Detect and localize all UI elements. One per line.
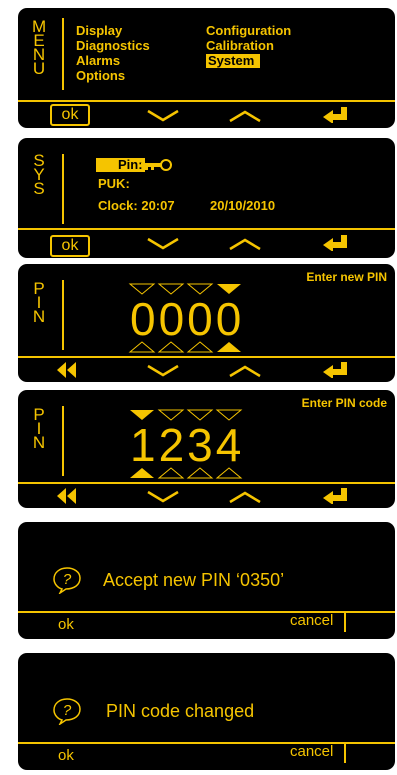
- menu-side-label: M E N U: [32, 18, 46, 78]
- side-letter: U: [32, 59, 46, 78]
- menu-item-options[interactable]: Options: [76, 69, 125, 83]
- button-bar: [18, 486, 395, 508]
- clock-label: Clock: 20:07: [98, 198, 175, 213]
- ok-button[interactable]: ok: [50, 235, 90, 257]
- accept-pin-screen: ? Accept new PIN ‘0350’ ok cancel: [18, 522, 395, 639]
- menu-item-configuration[interactable]: Configuration: [206, 24, 291, 38]
- pin-code-screen: P I N Enter PIN code 1234: [18, 390, 395, 508]
- screen-title: Enter PIN code: [301, 396, 387, 410]
- dialog-message: Accept new PIN ‘0350’: [103, 570, 285, 590]
- cancel-divider: [344, 743, 346, 763]
- pin-digits: 0000: [130, 293, 245, 345]
- chevron-down-icon[interactable]: [146, 490, 180, 504]
- side-letter: N: [32, 433, 46, 452]
- side-letter: N: [32, 307, 46, 326]
- button-bar: [18, 360, 395, 382]
- digit-down-arrows[interactable]: [128, 340, 244, 354]
- cancel-button[interactable]: cancel: [290, 612, 333, 629]
- button-bar-divider: [18, 228, 395, 230]
- dialog-divider: [18, 611, 395, 613]
- digit-down-arrows[interactable]: [128, 466, 244, 480]
- cancel-button[interactable]: cancel: [290, 743, 333, 760]
- button-bar-divider: [18, 356, 395, 358]
- rewind-icon[interactable]: [56, 361, 78, 379]
- chevron-down-icon[interactable]: [146, 109, 180, 123]
- question-bubble-icon: ?: [53, 698, 81, 725]
- menu-item-diagnostics[interactable]: Diagnostics: [76, 39, 150, 53]
- ok-button[interactable]: ok: [58, 747, 74, 764]
- button-bar-divider: [18, 100, 395, 102]
- side-letter: S: [33, 179, 45, 198]
- divider: [62, 280, 64, 350]
- divider: [62, 154, 64, 224]
- button-bar: ok: [18, 104, 395, 128]
- menu-item-display[interactable]: Display: [76, 24, 122, 38]
- sys-screen: S Y S Pin: PUK: Clock: 20:07 20/10/2010 …: [18, 138, 395, 258]
- divider: [62, 18, 64, 90]
- dialog-divider: [18, 742, 395, 744]
- new-pin-screen: P I N Enter new PIN 0000: [18, 264, 395, 382]
- pin-side-label: P I N: [32, 280, 46, 326]
- cancel-divider: [344, 612, 346, 632]
- ok-button[interactable]: ok: [58, 616, 74, 633]
- chevron-down-icon[interactable]: [146, 237, 180, 251]
- button-bar-divider: [18, 482, 395, 484]
- key-icon: [141, 159, 172, 171]
- chevron-up-icon[interactable]: [228, 109, 262, 123]
- pin-field[interactable]: Pin:: [96, 158, 145, 172]
- puk-label: PUK:: [98, 176, 130, 191]
- chevron-up-icon[interactable]: [228, 490, 262, 504]
- ok-button[interactable]: ok: [50, 104, 90, 126]
- svg-text:?: ?: [63, 571, 72, 588]
- chevron-up-icon[interactable]: [228, 364, 262, 378]
- chevron-down-icon[interactable]: [146, 364, 180, 378]
- pin-digits: 1234: [130, 419, 245, 471]
- date-label: 20/10/2010: [210, 198, 276, 213]
- pin-changed-screen: ? PIN code changed ok cancel: [18, 653, 395, 770]
- chevron-up-icon[interactable]: [228, 237, 262, 251]
- dialog-message: PIN code changed: [106, 701, 255, 721]
- menu-item-calibration[interactable]: Calibration: [206, 39, 274, 53]
- rewind-icon[interactable]: [56, 487, 78, 505]
- enter-icon[interactable]: [323, 235, 349, 251]
- pin-side-label: P I N: [32, 406, 46, 452]
- enter-icon[interactable]: [323, 362, 349, 378]
- sys-side-label: S Y S: [32, 152, 46, 198]
- svg-text:?: ?: [63, 702, 72, 719]
- divider: [62, 406, 64, 476]
- button-bar: ok: [18, 233, 395, 257]
- menu-screen: M E N U Display Diagnostics Alarms Optio…: [18, 8, 395, 128]
- menu-item-alarms[interactable]: Alarms: [76, 54, 120, 68]
- question-bubble-icon: ?: [53, 567, 81, 594]
- enter-icon[interactable]: [323, 488, 349, 504]
- enter-icon[interactable]: [323, 107, 349, 123]
- menu-item-system[interactable]: System: [206, 54, 261, 68]
- screen-title: Enter new PIN: [306, 270, 387, 284]
